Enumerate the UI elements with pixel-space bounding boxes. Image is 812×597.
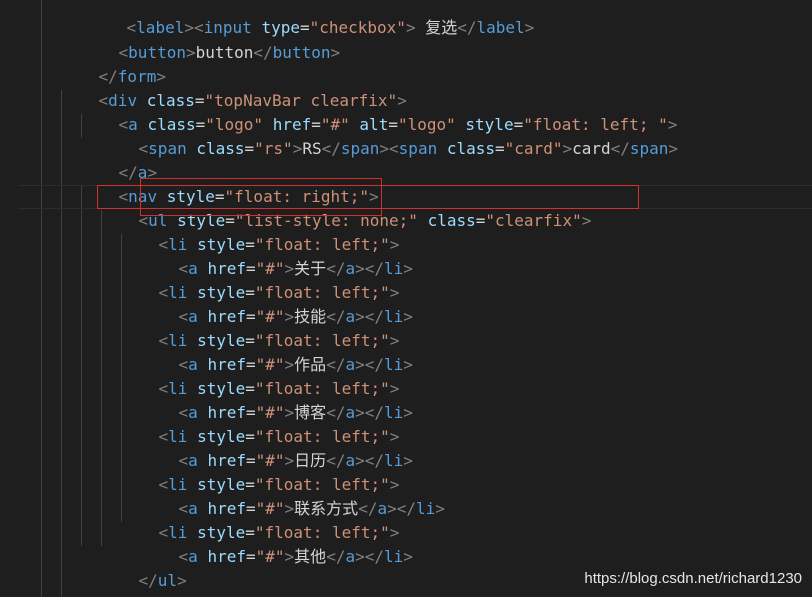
code-line[interactable]: <a href="#">博客</a></li> bbox=[140, 377, 413, 422]
code-line[interactable]: </a> bbox=[80, 137, 158, 182]
code-line[interactable]: <li style="float: left;"> bbox=[120, 497, 400, 542]
code-line[interactable]: <a href="#">日历</a></li> bbox=[140, 425, 413, 470]
code-line[interactable]: <a href="#">联系方式</a></li> bbox=[140, 473, 445, 518]
code-line[interactable]: <a href="#">技能</a></li> bbox=[140, 281, 413, 326]
code-line[interactable]: <span class="rs">RS</span><span class="c… bbox=[100, 113, 679, 158]
indent-guide bbox=[101, 210, 102, 546]
code-line[interactable]: <a href="#">作品</a></li> bbox=[140, 329, 413, 374]
code-line[interactable]: <li style="float: left;"> bbox=[120, 257, 400, 302]
indent-guide bbox=[81, 186, 82, 546]
code-line[interactable]: <div class="topNavBar clearfix"> bbox=[60, 65, 407, 110]
code-line[interactable]: <li style="float: left;"> bbox=[120, 305, 400, 350]
highlight-box-inner bbox=[140, 178, 382, 216]
code-line[interactable]: <li style="float: left;"> bbox=[120, 449, 400, 494]
code-line[interactable]: </ul> bbox=[100, 545, 187, 590]
code-line[interactable]: <a href="#">其他</a></li> bbox=[140, 521, 413, 566]
indent-guide bbox=[41, 0, 42, 597]
code-line[interactable]: <a href="#">关于</a></li> bbox=[140, 233, 413, 278]
code-line[interactable]: <li style="float: left;"> bbox=[120, 401, 400, 446]
code-line[interactable]: <button>button</button> bbox=[80, 17, 341, 62]
indent-guide bbox=[61, 90, 62, 597]
code-line[interactable]: </nav> bbox=[80, 569, 177, 597]
watermark: https://blog.csdn.net/richard1230 bbox=[584, 570, 802, 587]
code-line[interactable]: <li style="float: left;"> bbox=[120, 353, 400, 398]
code-line[interactable]: <a class="logo" href="#" alt="logo" styl… bbox=[80, 89, 678, 134]
code-line[interactable]: </form> bbox=[60, 41, 166, 86]
code-editor[interactable]: <label><input type="checkbox"> 复选</label… bbox=[0, 0, 812, 597]
code-line[interactable]: <label><input type="checkbox"> 复选</label… bbox=[88, 0, 535, 37]
